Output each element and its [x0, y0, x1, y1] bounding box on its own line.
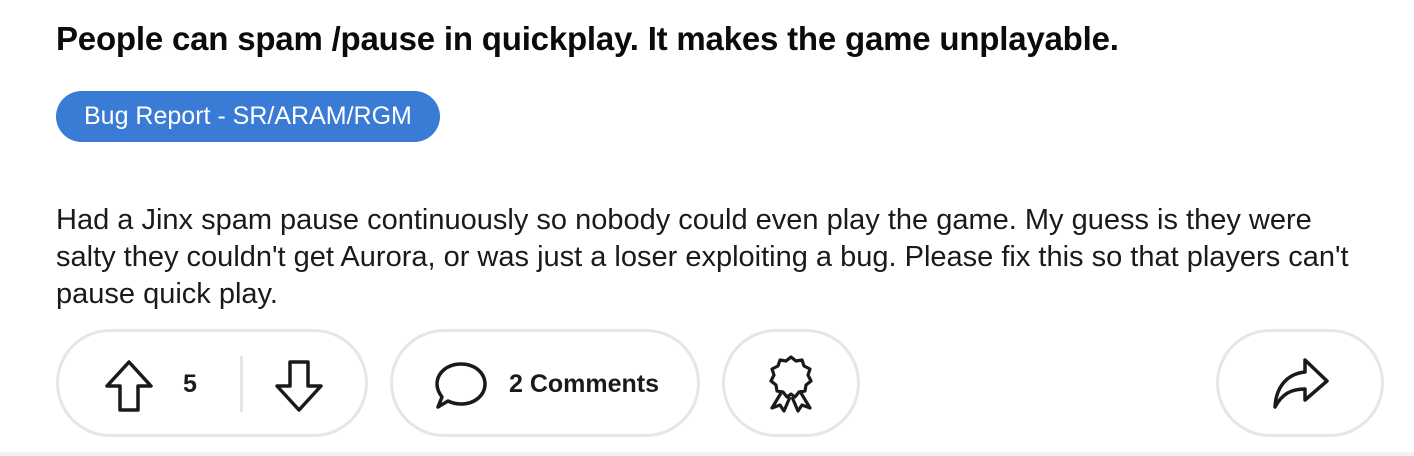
award-button[interactable] — [722, 329, 860, 437]
share-arrow-icon — [1269, 354, 1331, 412]
downvote-icon[interactable] — [271, 356, 327, 416]
post-card: People can spam /pause in quickplay. It … — [0, 0, 1414, 456]
upvote-icon[interactable] — [101, 356, 157, 416]
post-title[interactable]: People can spam /pause in quickplay. It … — [56, 20, 1119, 58]
post-body: Had a Jinx spam pause continuously so no… — [56, 204, 1349, 310]
vote-bar: 5 — [56, 329, 368, 437]
comments-button[interactable]: 2 Comments — [390, 329, 700, 437]
award-icon — [762, 353, 820, 413]
post-flair[interactable]: Bug Report - SR/ARAM/RGM — [56, 91, 440, 142]
comment-bubble-icon — [433, 360, 489, 412]
vote-count: 5 — [183, 370, 197, 398]
comments-count-label: 2 Comments — [509, 370, 660, 398]
vote-divider — [240, 356, 243, 412]
share-button[interactable] — [1216, 329, 1384, 437]
card-divider — [0, 452, 1414, 456]
